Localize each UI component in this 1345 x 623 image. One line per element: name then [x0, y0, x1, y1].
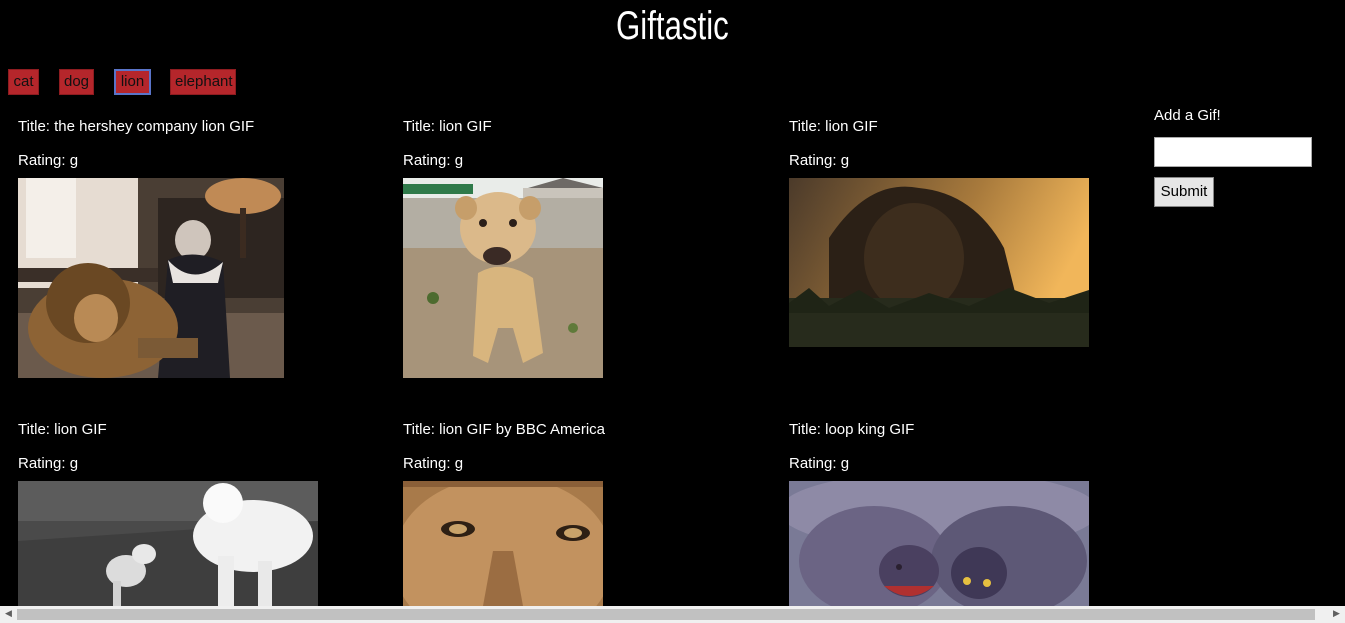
gif-title: Title: lion GIF by BBC America: [403, 421, 606, 438]
scroll-right-arrow-icon[interactable]: ▶: [1328, 606, 1345, 623]
gif-rating: Rating: g: [403, 152, 464, 169]
scroll-left-arrow-icon[interactable]: ◀: [0, 606, 17, 623]
gif-rating: Rating: g: [403, 455, 464, 472]
scrollbar-thumb[interactable]: [17, 609, 1315, 620]
gif-image-lion-cub-roaring[interactable]: [403, 178, 603, 378]
topic-button-cat[interactable]: cat: [8, 69, 39, 95]
submit-button[interactable]: Submit: [1154, 177, 1214, 207]
topic-button-lion[interactable]: lion: [114, 69, 151, 95]
gif-rating: Rating: g: [789, 152, 850, 169]
gif-rating: Rating: g: [18, 455, 79, 472]
gif-title: Title: lion GIF: [403, 118, 492, 135]
horizontal-scrollbar[interactable]: ◀ ▶: [0, 606, 1345, 623]
gif-image-hyenas-cartoon[interactable]: [789, 481, 1089, 606]
gif-image-lioness-face-closeup[interactable]: [403, 481, 603, 606]
gif-title: Title: loop king GIF: [789, 421, 915, 438]
gif-rating: Rating: g: [789, 455, 850, 472]
gif-image-lion-at-sunset[interactable]: [789, 178, 1089, 347]
gif-title: Title: lion GIF: [789, 118, 878, 135]
gif-title: Title: lion GIF: [18, 421, 107, 438]
page-title: Giftastic: [616, 4, 729, 48]
gif-rating: Rating: g: [18, 152, 79, 169]
add-gif-label: Add a Gif!: [1154, 107, 1221, 124]
gif-image-white-lion-and-puppy[interactable]: [18, 481, 318, 606]
gif-title: Title: the hershey company lion GIF: [18, 118, 255, 135]
gif-image-old-woman-with-lion[interactable]: [18, 178, 284, 378]
topic-button-elephant[interactable]: elephant: [170, 69, 236, 95]
add-gif-input[interactable]: [1154, 137, 1312, 167]
topic-button-dog[interactable]: dog: [59, 69, 94, 95]
